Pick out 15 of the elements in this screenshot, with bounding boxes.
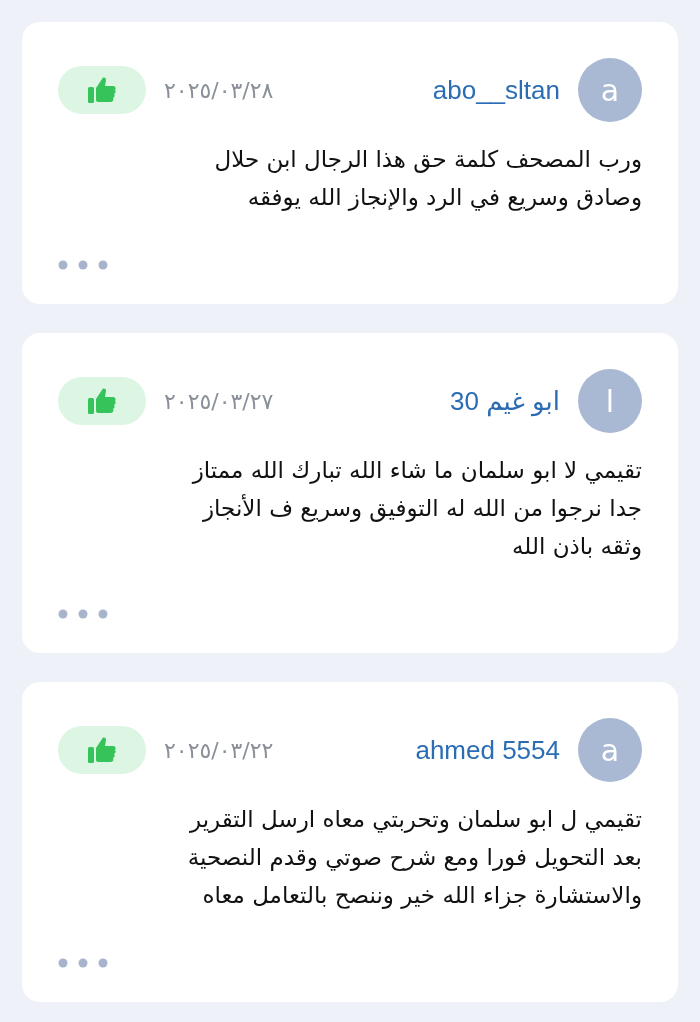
username-link[interactable]: ابو غيم 30 <box>450 385 560 417</box>
more-icon[interactable] <box>58 260 108 270</box>
thumbs-up-icon <box>87 76 117 104</box>
review-date: ٢٠٢٥/٠٣/٢٢ <box>164 737 274 763</box>
review-text: ورب المصحف كلمة حق هذا الرجال ابن حلال وصادق وسريع في الرد والإنجاز الله يوفقه <box>213 145 642 213</box>
thumbs-up-icon <box>87 736 117 764</box>
thumbs-up-icon <box>87 387 117 415</box>
review-text: تقيمي ل ابو سلمان وتحربتي معاه ارسل التقرير بعد التحويل فورا ومع شرح صوتي وقدم النصحية والاستشارة جزاء الله خير وننصح بالتعامل معاه <box>186 805 642 911</box>
review-date: ٢٠٢٥/٠٣/٢٧ <box>164 388 274 414</box>
more-icon[interactable] <box>58 609 108 619</box>
review-date: ٢٠٢٥/٠٣/٢٨ <box>164 77 274 103</box>
username-link[interactable]: ahmed 5554 <box>415 734 560 766</box>
review-text: تقيمي لا ابو سلمان ما شاء الله تبارك الله ممتاز جدا نرجوا من الله له التوفيق وسريع ف الأنجاز وثقه باذن الله <box>190 456 642 562</box>
more-icon[interactable] <box>58 958 108 968</box>
username-link[interactable]: abo__sltan <box>432 74 560 106</box>
